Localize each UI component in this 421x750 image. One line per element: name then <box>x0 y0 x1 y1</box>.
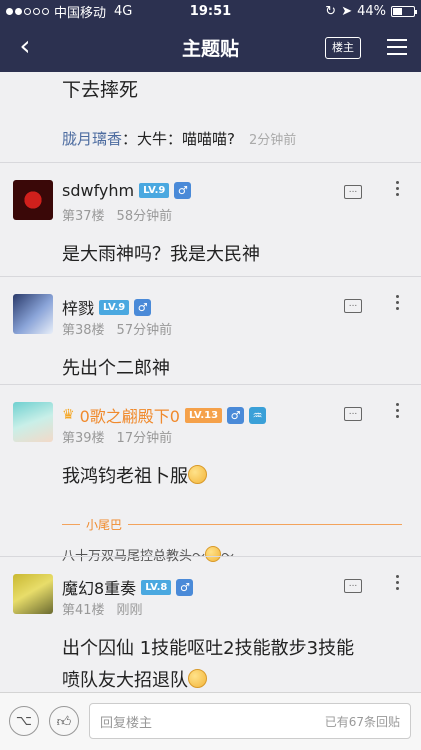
floor-number: 第39楼 <box>62 431 105 446</box>
male-icon: ♂ <box>174 182 192 199</box>
battery-percent: 44% <box>357 3 386 19</box>
post-time: 17分钟前 <box>116 431 173 446</box>
page-title: 主题贴 <box>181 37 239 60</box>
like-icon[interactable]: 👍︎ <box>49 706 79 736</box>
back-icon[interactable]: ‹ <box>10 31 40 63</box>
floor-item: 梓戮 LV.9 ♂ 第38楼 57分钟前 ... 先出个二郎神 <box>0 276 421 384</box>
sub-reply-time: 2分钟前 <box>248 133 297 148</box>
post-time: 57分钟前 <box>116 323 173 338</box>
thread-content: 下去摔死 胧月璃香：大牛：喵喵喵? 2分钟前 sdwfyhm LV.9 ♂ 第37… <box>0 72 421 692</box>
avatar[interactable] <box>13 402 53 442</box>
carrier-name: 中国移动 <box>54 5 107 21</box>
sub-reply-text: ：大牛：喵喵喵? <box>122 130 235 148</box>
male-icon: ♂ <box>227 406 245 424</box>
battery-icon <box>391 5 417 17</box>
reply-input[interactable]: 回复楼主 已有67条回贴 <box>89 703 411 739</box>
post-text-line: 出个囚仙 1技能呕吐2技能散步3技能 <box>62 638 355 659</box>
more-options-icon[interactable] <box>392 181 402 196</box>
comment-icon[interactable]: ... <box>344 579 362 593</box>
floor-item: ♛ 0歌之翩殿下0 LV.13 ♂ ♒ 第39楼 17分钟前 ... 我鸿钧老祖卜… <box>0 384 421 564</box>
post-text: 是大雨神吗？我是大民神 <box>62 244 260 265</box>
post-text-content: 我鸿钧老祖卜服 <box>62 466 188 487</box>
more-options-icon[interactable] <box>392 575 402 590</box>
aquarius-icon: ♒ <box>249 406 267 424</box>
floor-number: 第38楼 <box>62 323 105 338</box>
signature-divider: 小尾巴 <box>62 516 402 533</box>
network-type: 4G <box>114 3 133 19</box>
sub-reply[interactable]: 胧月璃香：大牛：喵喵喵? 2分钟前 <box>62 128 296 149</box>
previous-post-text: 下去摔死 <box>62 79 139 101</box>
avatar[interactable] <box>13 294 53 334</box>
post-text-line: 喷队友大招退队 <box>62 665 402 692</box>
more-options-icon[interactable] <box>392 403 402 418</box>
post-time: 刚刚 <box>116 603 143 618</box>
username[interactable]: 魔幻8重奏 <box>62 575 136 599</box>
signal-strength-icon <box>6 7 49 15</box>
username[interactable]: 0歌之翩殿下0 <box>80 403 180 427</box>
level-badge: LV.8 <box>141 579 172 595</box>
comment-icon[interactable]: ... <box>344 185 362 199</box>
more-options-icon[interactable] <box>392 295 402 310</box>
floor-item: 魔幻8重奏 LV.8 ♂ 第41楼 刚刚 ... 出个囚仙 1技能呕吐2技能散步3… <box>0 556 421 692</box>
post-text: 我鸿钧老祖卜服 <box>62 461 402 493</box>
smile-emoji-icon <box>188 465 207 484</box>
signature-label: 小尾巴 <box>86 518 123 532</box>
username[interactable]: 梓戮 <box>62 295 94 319</box>
level-badge: LV.13 <box>184 407 223 423</box>
post-text-line-content: 喷队友大招退队 <box>62 670 188 691</box>
smile-emoji-icon <box>188 669 207 688</box>
comment-icon[interactable]: ... <box>344 299 362 313</box>
floor-item: sdwfyhm LV.9 ♂ 第37楼 58分钟前 ... 是大雨神吗？我是大民神 <box>0 162 421 276</box>
rotation-lock-icon: ↻ <box>325 3 337 19</box>
male-icon: ♂ <box>176 578 194 596</box>
reply-placeholder: 回复楼主 <box>100 715 153 731</box>
nav-bar: ‹ 主题贴 楼主 <box>0 22 421 72</box>
avatar[interactable] <box>13 574 53 614</box>
post-text: 出个囚仙 1技能呕吐2技能散步3技能 喷队友大招退队 <box>62 633 402 692</box>
sub-reply-author[interactable]: 胧月璃香 <box>62 130 122 148</box>
menu-icon[interactable] <box>387 39 407 55</box>
avatar[interactable] <box>13 180 53 220</box>
bottom-bar: ⌥ 👍︎ 回复楼主 已有67条回贴 <box>0 692 421 750</box>
location-icon: ➤ <box>341 3 353 19</box>
comment-icon[interactable]: ... <box>344 407 362 421</box>
floor-number: 第37楼 <box>62 209 105 224</box>
reply-count: 已有67条回贴 <box>324 714 400 729</box>
male-icon: ♂ <box>134 298 152 316</box>
share-icon[interactable]: ⌥ <box>9 706 39 736</box>
level-badge: LV.9 <box>139 183 170 198</box>
level-badge: LV.9 <box>99 299 130 315</box>
post-time: 58分钟前 <box>116 209 173 224</box>
crown-icon: ♛ <box>62 407 75 423</box>
floor-number: 第41楼 <box>62 603 105 618</box>
username[interactable]: sdwfyhm <box>62 181 134 200</box>
post-text: 先出个二郎神 <box>62 358 170 379</box>
status-bar: 中国移动 4G 19:51 ↻ ➤ 44% <box>0 0 421 22</box>
only-owner-button[interactable]: 楼主 <box>325 37 361 59</box>
